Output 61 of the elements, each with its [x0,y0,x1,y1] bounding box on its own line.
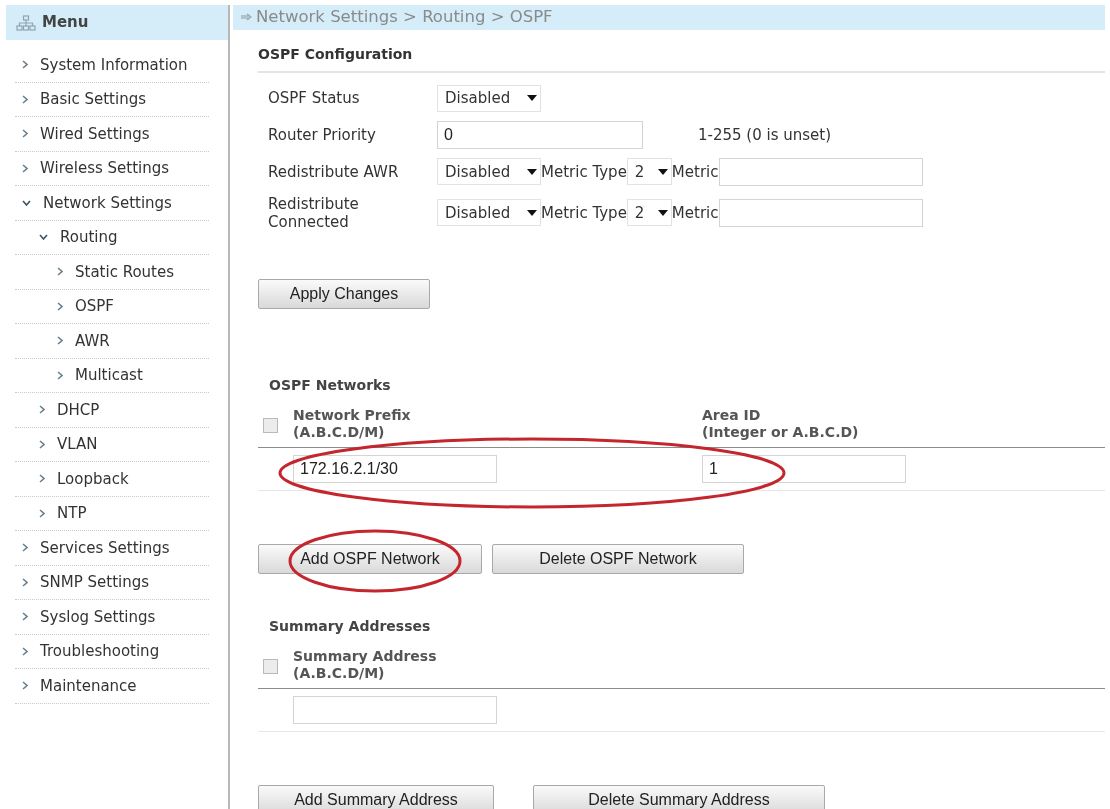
caret-down-icon [527,95,537,102]
checkbox[interactable] [263,417,278,433]
input-field[interactable] [718,198,923,227]
input-field[interactable] [293,695,497,724]
sidebar-item[interactable]: VLAN [15,427,209,462]
dropdown[interactable]: Disabled [437,84,541,112]
sidebar-item[interactable]: OSPF [15,289,209,324]
input-field[interactable]: 1 [702,454,906,483]
form-button[interactable]: Delete Summary Address [533,784,825,809]
field-label: Metric Type [541,161,627,183]
field-label: Router Priority [268,125,377,144]
section-title: OSPF Configuration [258,45,1105,73]
checkbox[interactable] [263,658,278,674]
column-header: Summary Address (A.B.C.D/M) [293,647,437,682]
dropdown[interactable]: Disabled [437,199,541,227]
sidebar-item[interactable]: DHCP [15,393,209,428]
sidebar-item[interactable]: Loopback [15,462,209,497]
caret-down-icon [657,209,668,216]
sidebar-item[interactable]: Network Settings [15,186,209,221]
sidebar-item[interactable]: Wireless Settings [15,151,209,186]
form-button[interactable]: Add Summary Address [258,784,494,809]
sidebar-item[interactable]: Routing [15,220,209,255]
arrow-right-icon [241,13,252,22]
field-label: OSPF Status [268,89,361,108]
sidebar-item[interactable]: SNMP Settings [15,565,209,600]
sidebar-item[interactable]: Multicast [15,358,209,393]
sidebar-item[interactable]: Static Routes [15,255,209,290]
sidebar-item[interactable]: Wired Settings [15,117,209,152]
dropdown[interactable]: 2 [626,158,672,186]
sidebar-item[interactable]: NTP [15,496,209,531]
sitemap-icon [16,14,36,31]
caret-down-icon [657,168,668,175]
sidebar-item[interactable]: System Information [15,48,209,83]
sidebar-item[interactable]: Syslog Settings [15,600,209,635]
input-field[interactable] [718,157,923,186]
form-button[interactable]: Add OSPF Network [258,543,482,574]
sidebar-item[interactable]: Basic Settings [15,82,209,117]
hint-text: 1-255 (0 is unset) [698,124,832,146]
field-label: Metric [671,161,719,183]
input-field[interactable]: 172.16.2.1/30 [293,454,497,483]
menu-title: Menu [42,12,89,34]
field-label: Redistribute Connected [268,194,360,231]
dropdown[interactable]: 2 [626,199,672,227]
section-title: OSPF Networks [268,376,392,394]
column-header: Area ID (Integer or A.B.C.D) [702,406,859,441]
column-header: Network Prefix (A.B.C.D/M) [293,406,411,441]
sidebar-item[interactable]: Services Settings [15,531,209,566]
form-button[interactable]: Delete OSPF Network [492,543,744,574]
caret-down-icon [527,168,537,175]
dropdown[interactable]: Disabled [437,158,541,186]
breadcrumb: Network Settings > Routing > OSPF [256,6,553,28]
section-title: Summary Addresses [268,617,432,635]
sidebar-item[interactable]: Troubleshooting [15,634,209,669]
sidebar-item[interactable]: Maintenance [15,669,209,704]
field-label: Metric [671,202,719,224]
field-label: Redistribute AWR [268,162,400,181]
field-label: Metric Type [541,202,627,224]
input-field[interactable]: 0 [437,120,643,149]
caret-down-icon [527,209,537,216]
sidebar-item[interactable]: AWR [15,324,209,359]
form-button[interactable]: Apply Changes [258,278,430,309]
